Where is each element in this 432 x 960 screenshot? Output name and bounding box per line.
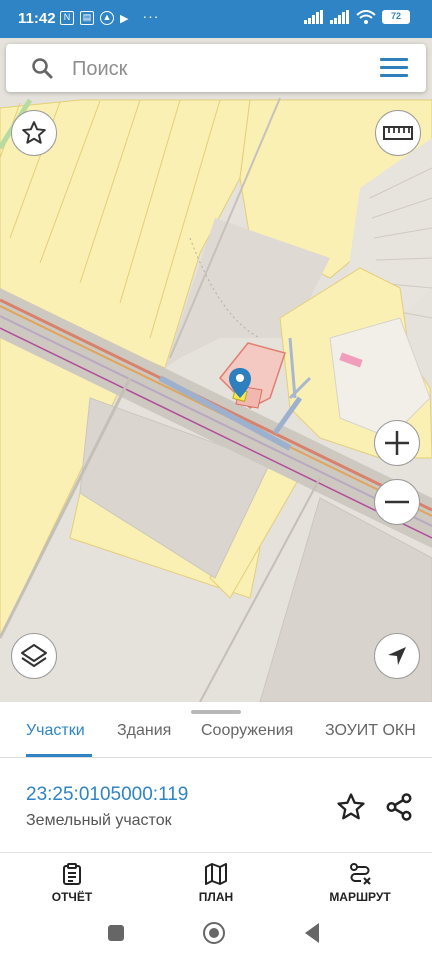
back-icon[interactable] [305,923,319,943]
nav-route[interactable]: МАРШРУТ [305,856,415,904]
layers-button[interactable] [11,633,57,679]
minus-icon [385,500,409,504]
signal-icon [330,10,349,24]
route-icon [350,863,371,885]
location-pin-icon [229,368,251,398]
nav-route-label: МАРШРУТ [329,890,391,904]
play-icon: ▶ [120,12,129,25]
tab-parcels[interactable]: Участки [26,722,85,740]
sim-card-icon: ▤ [80,11,94,25]
layers-icon [21,644,47,667]
menu-icon[interactable] [380,58,408,78]
zoom-out-button[interactable] [374,479,420,525]
status-time: 11:42 [18,10,56,27]
more-dots-icon: ··· [142,8,160,24]
map-icon [205,863,227,885]
ruler-button[interactable] [375,110,421,156]
parcel-type: Земельный участок [26,812,172,829]
ruler-icon [383,126,413,140]
tab-zouit-okn[interactable]: ЗОУИТ ОКН [325,722,416,740]
my-location-button[interactable] [374,633,420,679]
nfc-icon: N [60,11,74,25]
battery-icon: 72 [382,10,410,24]
zoom-in-button[interactable] [374,420,420,466]
star-icon [22,121,46,144]
status-notification-icons: N ▤ ▲ ▶ ··· [60,8,160,25]
share-icon[interactable] [384,792,414,822]
star-icon[interactable] [336,792,366,822]
status-system-icons: 72 [304,10,410,24]
drag-handle[interactable] [191,710,241,714]
nav-report-label: ОТЧЁТ [51,890,93,904]
favorites-button[interactable] [11,110,57,156]
nav-plan-label: ПЛАН [198,890,234,904]
system-navigation-bar [0,908,432,960]
tab-structures[interactable]: Сооружения [201,722,293,740]
divider [0,852,432,853]
nav-plan[interactable]: ПЛАН [161,856,271,904]
wifi-icon [356,10,376,24]
active-tab-indicator [26,754,92,757]
clipboard-icon [63,863,81,885]
info-panel[interactable]: Участки Здания Сооружения ЗОУИТ ОКН 23:2… [0,702,432,854]
search-bar[interactable]: Поиск [6,44,426,92]
plus-icon [385,431,409,455]
home-icon[interactable] [203,922,225,944]
recent-apps-icon[interactable] [108,925,124,941]
bottom-navigation: ОТЧЁТ ПЛАН МАРШРУТ [0,856,432,908]
search-input[interactable]: Поиск [72,58,127,81]
vpn-icon: ▲ [100,11,114,25]
map-view[interactable] [0,38,432,702]
parcel-cadastral-number[interactable]: 23:25:0105000:119 [26,784,188,806]
search-icon[interactable] [30,56,54,80]
signal-icon [304,10,323,24]
tab-buildings[interactable]: Здания [117,722,171,740]
navigation-arrow-icon [388,647,406,665]
status-bar: 11:42 N ▤ ▲ ▶ ··· 72 [0,0,432,38]
nav-report[interactable]: ОТЧЁТ [17,856,127,904]
tab-bar: Участки Здания Сооружения ЗОУИТ ОКН [0,718,432,758]
map-canvas[interactable] [0,38,432,702]
